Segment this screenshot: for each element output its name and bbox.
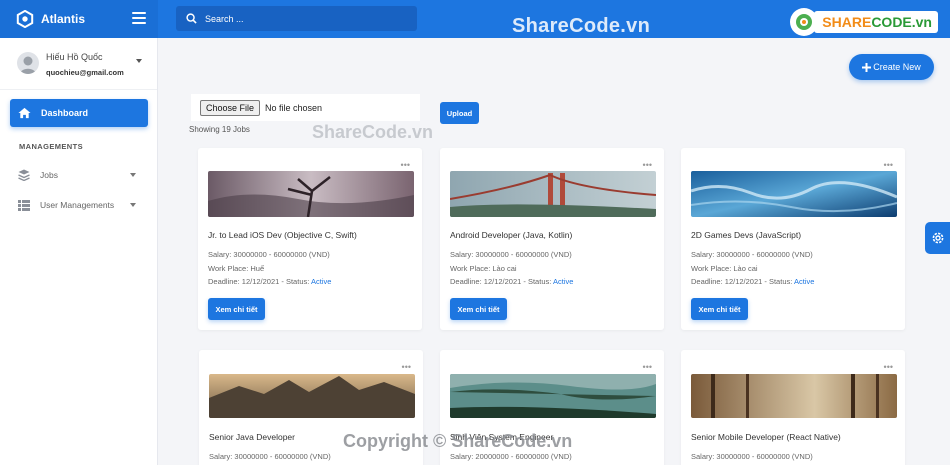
user-panel[interactable]: Hiếu Hồ Quốc quochieu@gmail.com <box>0 38 157 90</box>
job-title: 2D Games Devs (JavaScript) <box>691 230 802 240</box>
sidebar-section-title: MANAGEMENTS <box>19 142 83 151</box>
job-image <box>450 374 656 418</box>
job-salary: Salary: 30000000 - 60000000 (VND) <box>209 452 331 461</box>
plus-icon <box>862 62 872 72</box>
create-new-button[interactable]: Create New <box>849 54 934 80</box>
job-salary: Salary: 30000000 - 60000000 (VND) <box>450 250 572 259</box>
job-workplace: Work Place: Lào cai <box>691 264 758 273</box>
settings-toggle[interactable] <box>925 222 950 254</box>
layers-icon <box>18 169 30 181</box>
search-input[interactable] <box>205 13 395 24</box>
file-upload-field: Choose File No file chosen <box>191 94 420 121</box>
job-deadline: Deadline: 12/12/2021 - Status: Active <box>208 277 331 286</box>
job-title: Senior Java Developer <box>209 432 295 442</box>
sidebar-item-dashboard[interactable]: Dashboard <box>10 99 148 127</box>
job-card: ••• Jr. to Lead iOS Dev (Objective C, Sw… <box>198 148 422 330</box>
job-card: ••• 2D Games Devs (JavaScript) Salary: 3… <box>681 148 905 330</box>
job-salary: Salary: 20000000 - 60000000 (VND) <box>450 452 572 461</box>
user-email: quochieu@gmail.com <box>46 68 124 77</box>
gear-icon <box>932 232 943 244</box>
chevron-down-icon <box>130 203 136 207</box>
chevron-down-icon[interactable] <box>136 59 142 63</box>
job-image <box>208 171 414 217</box>
sidebar: Hiếu Hồ Quốc quochieu@gmail.com Dashboar… <box>0 38 158 465</box>
sidebar-item-user-managements[interactable]: User Managements <box>18 198 136 212</box>
job-card: ••• Senior Mobile Developer (React Nativ… <box>681 350 905 465</box>
job-title: Android Developer (Java, Kotlin) <box>450 230 573 240</box>
chevron-down-icon <box>130 173 136 177</box>
more-dots-icon[interactable]: ••• <box>884 161 893 170</box>
search-box[interactable] <box>176 6 417 31</box>
sidebar-item-label: Dashboard <box>41 108 89 118</box>
job-title: Senior Mobile Developer (React Native) <box>691 432 841 442</box>
more-dots-icon[interactable]: ••• <box>643 161 652 170</box>
job-deadline: Deadline: 12/12/2021 - Status: Active <box>691 277 814 286</box>
table-icon <box>18 199 30 211</box>
logo-text-code: CODE.vn <box>871 14 932 30</box>
status-badge: Active <box>311 277 332 286</box>
status-badge: Active <box>794 277 815 286</box>
upload-button[interactable]: Upload <box>440 102 479 124</box>
job-salary: Salary: 30000000 - 60000000 (VND) <box>691 452 813 461</box>
job-image <box>691 171 897 217</box>
status-badge: Active <box>553 277 574 286</box>
watermark-mid: ShareCode.vn <box>312 122 434 142</box>
job-deadline-text: Deadline: 12/12/2021 - Status: <box>450 277 553 286</box>
job-image <box>209 374 415 418</box>
job-workplace: Work Place: Lào cai <box>450 264 517 273</box>
more-dots-icon[interactable]: ••• <box>643 363 652 372</box>
choose-file-button[interactable]: Choose File <box>200 99 261 116</box>
job-workplace: Work Place: Huế <box>208 264 265 273</box>
job-salary: Salary: 30000000 - 60000000 (VND) <box>691 250 813 259</box>
job-salary: Salary: 30000000 - 60000000 (VND) <box>208 250 330 259</box>
job-card: ••• Android Developer (Java, Kotlin) Sal… <box>440 148 664 330</box>
avatar <box>17 52 39 74</box>
job-deadline: Deadline: 12/12/2021 - Status: Active <box>450 277 573 286</box>
watermark-bottom: Copyright © ShareCode.vn <box>343 431 573 451</box>
logo-icon <box>16 10 34 28</box>
hamburger-icon[interactable] <box>132 12 146 24</box>
search-icon <box>186 13 197 24</box>
job-image <box>450 171 656 217</box>
jobs-count: Showing 19 Jobs <box>189 125 250 134</box>
brand-name: Atlantis <box>41 12 86 26</box>
view-details-button[interactable]: Xem chi tiết <box>691 298 748 320</box>
more-dots-icon[interactable]: ••• <box>402 363 411 372</box>
job-deadline-text: Deadline: 12/12/2021 - Status: <box>691 277 794 286</box>
sidebar-item-jobs[interactable]: Jobs <box>18 168 136 182</box>
job-image <box>691 374 897 418</box>
view-details-button[interactable]: Xem chi tiết <box>450 298 507 320</box>
brand-bar: Atlantis <box>0 0 158 38</box>
user-name: Hiếu Hồ Quốc <box>46 52 103 62</box>
logo-text-share: SHARE <box>822 14 872 30</box>
watermark-top: ShareCode.vn <box>512 15 651 37</box>
view-details-button[interactable]: Xem chi tiết <box>208 298 265 320</box>
more-dots-icon[interactable]: ••• <box>401 161 410 170</box>
more-dots-icon[interactable]: ••• <box>884 363 893 372</box>
sharecode-logo: SHARE CODE.vn <box>790 8 938 36</box>
job-deadline-text: Deadline: 12/12/2021 - Status: <box>208 277 311 286</box>
sidebar-item-label: User Managements <box>40 200 115 210</box>
job-title: Jr. to Lead iOS Dev (Objective C, Swift) <box>208 230 357 240</box>
create-new-label: Create New <box>873 62 921 72</box>
file-name-text: No file chosen <box>265 102 323 113</box>
home-icon <box>18 107 31 119</box>
sidebar-item-label: Jobs <box>40 170 58 180</box>
